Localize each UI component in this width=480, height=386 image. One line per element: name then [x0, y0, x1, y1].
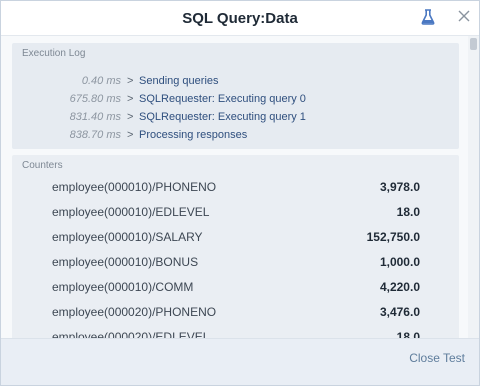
counter-row: employee(000010)/PHONENO 3,978.0 [12, 180, 459, 198]
chevron-right-icon: > [127, 93, 134, 105]
log-entry: 838.70 ms > Processing responses [12, 129, 459, 145]
counter-name: employee(000010)/SALARY [52, 230, 203, 244]
counter-name: employee(000010)/COMM [52, 280, 194, 294]
counter-row: employee(000010)/SALARY 152,750.0 [12, 230, 459, 248]
log-message: Sending queries [139, 75, 219, 87]
counters-title: Counters [22, 160, 63, 171]
counter-name: employee(000020)/EDLEVEL [52, 330, 210, 338]
dialog-title: SQL Query:Data [182, 10, 298, 27]
counter-name: employee(000010)/PHONENO [52, 180, 217, 194]
counter-name: employee(000010)/BONUS [52, 255, 199, 269]
dialog-titlebar: SQL Query:Data [1, 1, 479, 36]
counter-value: 18.0 [396, 205, 420, 219]
counter-name: employee(000010)/EDLEVEL [52, 205, 210, 219]
dialog-content[interactable]: Execution Log 0.40 ms > Sending queries … [1, 36, 479, 338]
log-entry: 0.40 ms > Sending queries [12, 75, 459, 91]
log-time: 838.70 ms [69, 129, 121, 141]
dialog-footer: Close Test [1, 338, 479, 385]
counter-value: 3,476.0 [379, 305, 420, 319]
execution-log-title: Execution Log [22, 48, 86, 59]
vertical-scrollbar[interactable] [468, 36, 479, 338]
counters-panel: Counters employee(000010)/PHONENO 3,978.… [12, 155, 459, 338]
log-time: 831.40 ms [69, 111, 121, 123]
counter-row: employee(000010)/EDLEVEL 18.0 [12, 205, 459, 223]
log-time: 675.80 ms [69, 93, 121, 105]
counter-value: 1,000.0 [379, 255, 420, 269]
flask-icon[interactable] [418, 7, 438, 27]
execution-log-panel: Execution Log 0.40 ms > Sending queries … [12, 43, 459, 149]
counter-value: 18.0 [396, 330, 420, 338]
close-icon[interactable] [454, 6, 474, 26]
log-message: SQLRequester: Executing query 0 [139, 93, 306, 105]
sql-query-dialog: SQL Query:Data Execution Log 0.40 ms > S… [0, 0, 480, 386]
log-message: Processing responses [139, 129, 248, 141]
counter-row: employee(000020)/PHONENO 3,476.0 [12, 305, 459, 323]
log-message: SQLRequester: Executing query 1 [139, 111, 306, 123]
counter-name: employee(000020)/PHONENO [52, 305, 217, 319]
chevron-right-icon: > [127, 111, 134, 123]
chevron-right-icon: > [127, 129, 134, 141]
counter-value: 3,978.0 [379, 180, 420, 194]
counter-row: employee(000020)/EDLEVEL 18.0 [12, 330, 459, 338]
counter-value: 152,750.0 [366, 230, 420, 244]
chevron-right-icon: > [127, 75, 134, 87]
counter-value: 4,220.0 [379, 280, 420, 294]
log-entry: 831.40 ms > SQLRequester: Executing quer… [12, 111, 459, 127]
counter-row: employee(000010)/BONUS 1,000.0 [12, 255, 459, 273]
log-entry: 675.80 ms > SQLRequester: Executing quer… [12, 93, 459, 109]
scrollbar-thumb[interactable] [470, 38, 477, 50]
close-test-button[interactable]: Close Test [409, 351, 465, 365]
log-time: 0.40 ms [81, 75, 121, 87]
counter-row: employee(000010)/COMM 4,220.0 [12, 280, 459, 298]
